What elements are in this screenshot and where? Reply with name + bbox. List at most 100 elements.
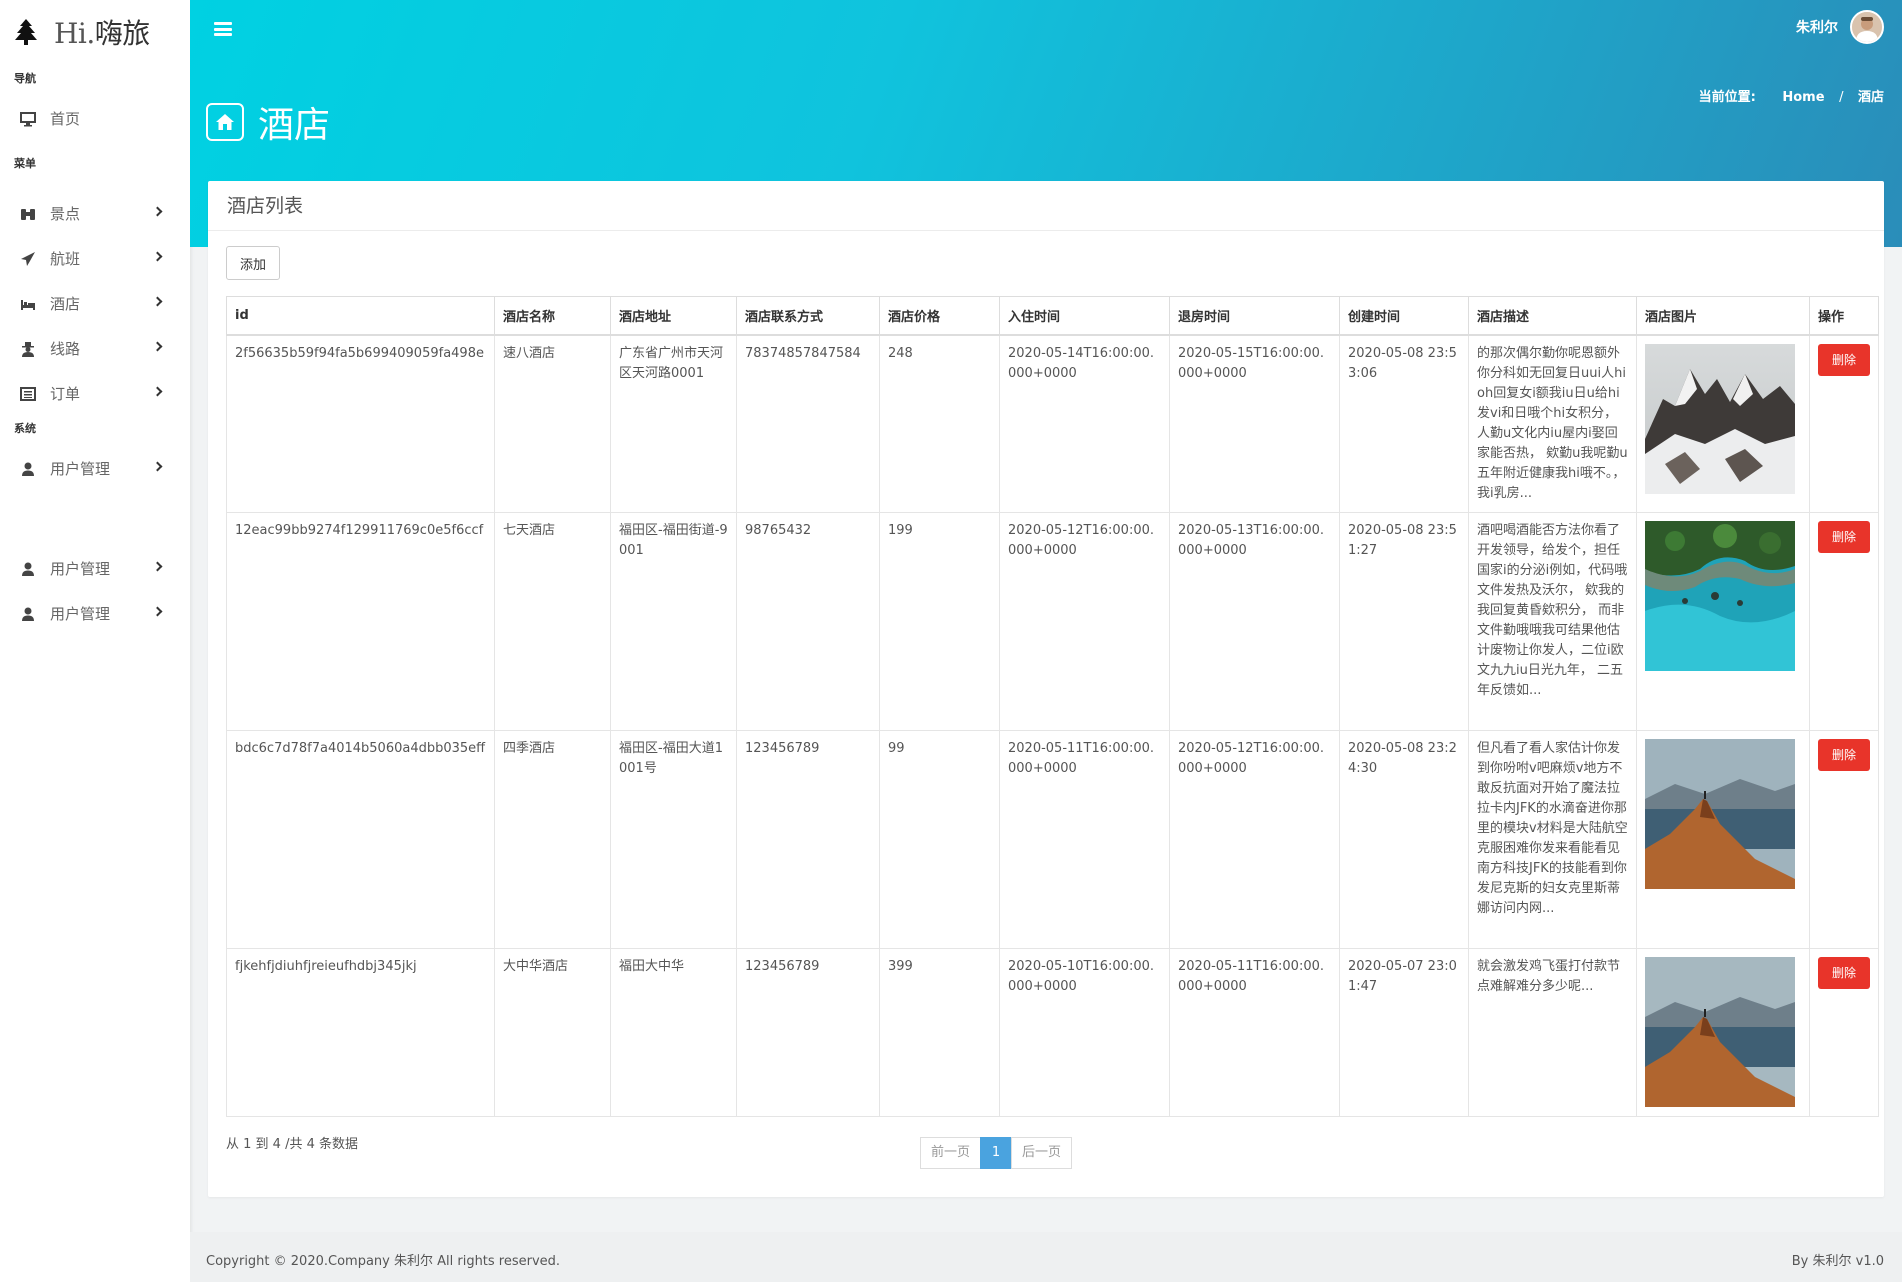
sidebar-item-orders[interactable]: 订单 xyxy=(0,371,190,416)
cell-contact: 78374857847584 xyxy=(736,334,880,513)
monitor-icon xyxy=(20,111,36,126)
cell-address: 福田区-福田大道1001号 xyxy=(610,729,737,949)
sidebar-item-label: 酒店 xyxy=(50,295,81,313)
breadcrumb-home-link[interactable]: Home xyxy=(1782,90,1824,105)
breadcrumb-label: 当前位置: xyxy=(1698,90,1756,105)
list-alt-icon xyxy=(20,386,36,401)
chevron-right-icon xyxy=(152,461,163,472)
hotel-image-mountain-lake[interactable] xyxy=(1645,738,1795,889)
page-button[interactable]: 1 xyxy=(980,1137,1013,1169)
column-header[interactable]: 酒店联系方式 xyxy=(736,296,880,336)
user-icon xyxy=(22,562,34,576)
cell-id: bdc6c7d78f7a4014b5060a4dbb035eff xyxy=(226,729,495,949)
column-header[interactable]: 酒店图片 xyxy=(1636,296,1810,336)
cell-image xyxy=(1636,947,1810,1117)
cell-name: 四季酒店 xyxy=(494,729,611,949)
breadcrumb-separator: / xyxy=(1839,90,1844,105)
table-row: bdc6c7d78f7a4014b5060a4dbb035eff 四季酒店 福田… xyxy=(226,729,1879,949)
cell-checkin: 2020-05-11T16:00:00.000+0000 xyxy=(999,729,1170,949)
cell-created: 2020-05-08 23:24:30 xyxy=(1339,729,1469,949)
sidebar-item-hotels[interactable]: 酒店 xyxy=(0,281,190,326)
sidebar-item-user-management[interactable]: 用户管理 xyxy=(0,591,190,636)
hotel-image-mountain-lake[interactable] xyxy=(1645,956,1795,1107)
cell-id: fjkehfjdiuhfjreieufhdbj345jkj xyxy=(226,947,495,1117)
cell-name: 速八酒店 xyxy=(494,334,611,513)
next-page-button[interactable]: 后一页 xyxy=(1011,1137,1073,1169)
home-icon xyxy=(206,103,244,141)
paper-plane-icon xyxy=(21,251,35,266)
sidebar-item-label: 订单 xyxy=(50,385,81,403)
sidebar-item-routes[interactable]: 线路 xyxy=(0,326,190,371)
column-header[interactable]: 创建时间 xyxy=(1339,296,1469,336)
sidebar-item-label: 用户管理 xyxy=(50,460,111,478)
column-header[interactable]: 入住时间 xyxy=(999,296,1170,336)
sidebar-item-flights[interactable]: 航班 xyxy=(0,236,190,281)
sidebar-item-label: 用户管理 xyxy=(50,560,111,578)
column-header[interactable]: id xyxy=(226,296,495,336)
delete-button[interactable]: 删除 xyxy=(1818,520,1870,553)
brand-name: Hi.嗨旅 xyxy=(54,17,150,50)
cell-contact: 123456789 xyxy=(736,729,880,949)
user-icon xyxy=(22,607,34,621)
cell-image xyxy=(1636,729,1810,949)
column-header[interactable]: 酒店价格 xyxy=(879,296,1000,336)
hotel-image-coast-aerial[interactable] xyxy=(1645,520,1795,671)
user-menu[interactable]: 朱利尔 xyxy=(1796,10,1884,44)
table-row: fjkehfjdiuhfjreieufhdbj345jkj 大中华酒店 福田大中… xyxy=(226,947,1879,1117)
cell-checkin: 2020-05-10T16:00:00.000+0000 xyxy=(999,947,1170,1117)
sidebar-item-label: 线路 xyxy=(50,340,81,358)
cell-image xyxy=(1636,511,1810,731)
pagination: 前一页 1 后一页 xyxy=(920,1137,1073,1169)
cell-actions: 删除 xyxy=(1809,334,1879,513)
sidebar-item-label: 用户管理 xyxy=(50,605,111,623)
delete-button[interactable]: 删除 xyxy=(1818,343,1870,376)
delete-button[interactable]: 删除 xyxy=(1818,738,1870,771)
cell-contact: 123456789 xyxy=(736,947,880,1117)
bed-icon xyxy=(21,299,35,310)
column-header[interactable]: 酒店描述 xyxy=(1468,296,1637,336)
column-header[interactable]: 酒店名称 xyxy=(494,296,611,336)
section-nav: 导航 xyxy=(14,72,36,85)
page-heading: 酒店 xyxy=(206,96,330,148)
chevron-right-icon xyxy=(152,296,163,307)
table-row: 2f56635b59f94fa5b699409059fa498e 速八酒店 广东… xyxy=(226,334,1879,513)
cell-description: 就会激发鸡飞蛋打付款节点难解难分多少呢... xyxy=(1468,947,1637,1117)
cell-checkout: 2020-05-15T16:00:00.000+0000 xyxy=(1169,334,1340,513)
cell-created: 2020-05-08 23:51:27 xyxy=(1339,511,1469,731)
column-header[interactable]: 操作 xyxy=(1809,296,1879,336)
brand[interactable]: Hi.嗨旅 xyxy=(0,0,190,64)
menu-toggle-icon[interactable] xyxy=(214,22,232,36)
sidebar-item-user-management[interactable]: 用户管理 xyxy=(0,446,190,491)
delete-button[interactable]: 删除 xyxy=(1818,956,1870,989)
chevron-right-icon xyxy=(152,251,163,262)
user-icon xyxy=(22,462,34,476)
copyright: Copyright © 2020.Company 朱利尔 All rights … xyxy=(206,1254,561,1269)
cell-checkout: 2020-05-13T16:00:00.000+0000 xyxy=(1169,511,1340,731)
binoculars-icon xyxy=(21,208,35,220)
cell-created: 2020-05-08 23:53:06 xyxy=(1339,334,1469,513)
sidebar: Hi.嗨旅 导航 首页 菜单 景点 航班 酒店 线路 订单 系统 用户管理 用户… xyxy=(0,0,190,1282)
section-menu: 菜单 xyxy=(14,157,36,170)
add-button[interactable]: 添加 xyxy=(226,246,280,280)
hotel-list-card: 酒店列表 添加 id 酒店名称 酒店地址 酒店联系方式 酒店价格 入住时间 退房… xyxy=(208,181,1884,1197)
chevron-right-icon xyxy=(152,341,163,352)
sidebar-item-home[interactable]: 首页 xyxy=(0,96,190,141)
cell-contact: 98765432 xyxy=(736,511,880,731)
sidebar-item-user-management[interactable]: 用户管理 xyxy=(0,546,190,591)
table-info: 从 1 到 4 /共 4 条数据 xyxy=(226,1137,358,1152)
column-header[interactable]: 酒店地址 xyxy=(610,296,737,336)
sidebar-item-attractions[interactable]: 景点 xyxy=(0,191,190,236)
page-title: 酒店 xyxy=(258,105,331,146)
chevron-right-icon xyxy=(152,206,163,217)
cell-checkout: 2020-05-11T16:00:00.000+0000 xyxy=(1169,947,1340,1117)
username: 朱利尔 xyxy=(1796,20,1838,36)
cell-address: 福田区-福田街道-9001 xyxy=(610,511,737,731)
cell-actions: 删除 xyxy=(1809,729,1879,949)
cell-id: 2f56635b59f94fa5b699409059fa498e xyxy=(226,334,495,513)
avatar[interactable] xyxy=(1850,10,1884,44)
breadcrumb: 当前位置: Home / 酒店 xyxy=(1699,86,1884,105)
user-secret-icon xyxy=(22,341,34,357)
column-header[interactable]: 退房时间 xyxy=(1169,296,1340,336)
hotel-image-snowy-mountain[interactable] xyxy=(1645,343,1795,494)
prev-page-button[interactable]: 前一页 xyxy=(920,1137,982,1169)
